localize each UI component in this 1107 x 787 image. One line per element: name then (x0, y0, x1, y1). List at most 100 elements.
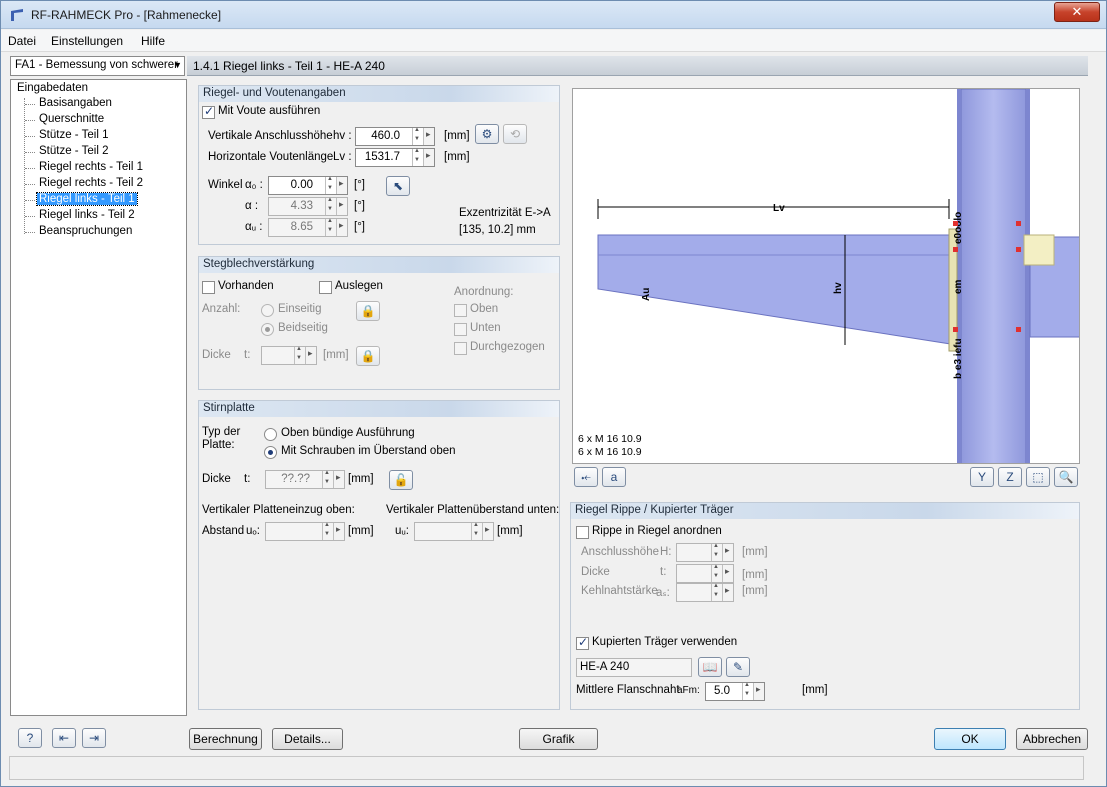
auslegen-checkbox[interactable] (319, 281, 332, 294)
hor-symbol: Lv : (333, 151, 352, 163)
tree-item-basisangaben[interactable]: Basisangaben (25, 97, 114, 109)
kehl-input (676, 583, 734, 602)
einseitig-radio[interactable] (261, 304, 274, 317)
export-icon[interactable]: ⇥ (82, 728, 106, 748)
lock-icon-2[interactable]: 🔒 (356, 346, 380, 366)
oben-checkbox[interactable] (454, 304, 467, 317)
au-symbol: αᵤ : (245, 221, 263, 233)
uu-input (414, 522, 494, 541)
view-iso-icon[interactable]: ⬚ (1026, 467, 1050, 487)
title-bar: RF-RAHMECK Pro - [Rahmenecke] ✕ (1, 1, 1106, 29)
view-label-icon[interactable]: a (602, 467, 626, 487)
einseitig-label: Einseitig (278, 303, 322, 315)
help-icon[interactable]: ? (18, 728, 42, 748)
menu-hilfe[interactable]: Hilfe (141, 34, 165, 48)
a0-unit: [°] (354, 179, 365, 191)
stirn-panel: Stirnplatte Typ der Platte: Oben bündige… (198, 400, 560, 710)
ueberstand-radio[interactable] (264, 446, 277, 459)
main-window: RF-RAHMECK Pro - [Rahmenecke] ✕ Datei Ei… (0, 0, 1107, 787)
a0-input[interactable]: 0.00 (268, 176, 348, 195)
import-icon[interactable]: ⇤ (52, 728, 76, 748)
flansch-input[interactable]: 5.0 (705, 682, 765, 701)
bolt-mark-6 (953, 327, 958, 332)
tree-item-riegel-rechts-1[interactable]: Riegel rechts - Teil 1 (25, 161, 145, 173)
steg-panel: Stegblechverstärkung Vorhanden Auslegen … (198, 256, 560, 390)
hor-length-value: 1531.7 (364, 151, 400, 163)
stirn-dicke-value: ??.?? (281, 473, 310, 485)
mit-voute-checkbox[interactable] (202, 104, 215, 119)
reset-icon[interactable]: ⟲ (503, 124, 527, 144)
view-front-icon[interactable]: ⤝ (574, 467, 598, 487)
rippe-dicke-label: Dicke (581, 566, 610, 578)
profil-field[interactable]: HE-A 240 (576, 658, 692, 677)
e0oolo-label: e0oolo (953, 212, 964, 244)
mit-voute-label: Mit Voute ausführen (218, 105, 321, 117)
lock-icon[interactable]: 🔒 (356, 301, 380, 321)
typ-label-2: Platte: (202, 439, 235, 451)
oben-buendig-radio[interactable] (264, 428, 277, 441)
view-y-icon[interactable]: Y (970, 467, 994, 487)
berechnung-button[interactable]: Berechnung (189, 728, 262, 750)
rippe-dicke-input (676, 564, 734, 583)
pick-icon[interactable]: ⚙ (475, 124, 499, 144)
au-input: 8.65 (268, 218, 348, 237)
menu-datei[interactable]: Datei (8, 34, 36, 48)
au-value: 8.65 (290, 221, 313, 233)
beidseitig-radio[interactable] (261, 323, 274, 336)
tree-item-beanspruchungen[interactable]: Beanspruchungen (24, 225, 134, 237)
profil-value: HE-A 240 (580, 661, 630, 673)
kupiert-checkbox[interactable] (576, 635, 589, 650)
stirn-dicke-label: Dicke (202, 473, 231, 485)
winkel-label: Winkel (208, 179, 243, 191)
hor-unit: [mm] (444, 151, 470, 163)
bolt-mark-5 (953, 247, 958, 252)
ueberstand-label: Mit Schrauben im Überstand oben (281, 445, 456, 457)
zoom-icon[interactable]: 🔍 (1054, 467, 1078, 487)
rippe-checkbox[interactable] (576, 526, 589, 539)
case-select[interactable]: FA1 - Bemessung von schwerer ▼ (10, 56, 185, 76)
tree-root-eingabedaten[interactable]: Eingabedaten (17, 82, 88, 94)
a-unit: [°] (354, 200, 365, 212)
abbrechen-button[interactable]: Abbrechen (1016, 728, 1088, 750)
unten-checkbox[interactable] (454, 323, 467, 336)
durchgezogen-checkbox[interactable] (454, 342, 467, 355)
case-select-value: FA1 - Bemessung von schwerer (15, 59, 178, 71)
a-value: 4.33 (290, 200, 313, 212)
edit-section-icon[interactable]: ✎ (726, 657, 750, 677)
tree-item-riegel-links-2[interactable]: Riegel links - Teil 2 (25, 209, 137, 221)
unlock-icon[interactable]: 🔓 (389, 470, 413, 490)
menu-einstellungen[interactable]: Einstellungen (51, 34, 123, 48)
stirn-panel-title: Stirnplatte (199, 401, 559, 417)
auslegen-label: Auslegen (335, 280, 383, 292)
anschluss-label: Anschlusshöhe (581, 546, 659, 558)
tree-connector (24, 98, 25, 234)
connection-graphic[interactable]: Lv hv Au e0oolo em b e3 iefu 6 x M 16 10… (572, 88, 1080, 464)
angle-pick-icon[interactable]: ⬉ (386, 176, 410, 196)
au-unit: [°] (354, 221, 365, 233)
status-bar (9, 756, 1084, 780)
tree-item-stuetze-1[interactable]: Stütze - Teil 1 (24, 129, 110, 141)
vorhanden-checkbox[interactable] (202, 281, 215, 294)
view-z-icon[interactable]: Z (998, 467, 1022, 487)
tree-item-riegel-links-1[interactable]: Riegel links - Teil 1 (25, 192, 138, 206)
tree-item-querschnitte[interactable]: Querschnitte (24, 113, 106, 125)
unten-label: Unten (470, 322, 501, 334)
vert-height-input[interactable]: 460.0 (355, 127, 435, 146)
flansch-unit: [mm] (802, 684, 828, 696)
kehl-symbol: aₛ: (656, 587, 670, 599)
tree-item-stuetze-2[interactable]: Stütze - Teil 2 (24, 145, 110, 157)
hv-label: hv (833, 282, 844, 294)
library-icon[interactable]: 📖 (698, 657, 722, 677)
abstand-label: Abstand (202, 525, 245, 537)
vert-symbol: hv : (333, 130, 352, 142)
beidseitig-label: Beidseitig (278, 322, 328, 334)
ok-button[interactable]: OK (934, 728, 1006, 750)
close-button[interactable]: ✕ (1054, 2, 1100, 22)
details-button[interactable]: Details... (272, 728, 343, 750)
a0-value: 0.00 (290, 179, 313, 191)
hor-length-input[interactable]: 1531.7 (355, 148, 435, 167)
tree-item-riegel-rechts-2[interactable]: Riegel rechts - Teil 2 (25, 177, 145, 189)
grafik-button[interactable]: Grafik (519, 728, 598, 750)
a-symbol: α : (245, 200, 259, 212)
flansch-symbol: aFm: (677, 685, 700, 696)
